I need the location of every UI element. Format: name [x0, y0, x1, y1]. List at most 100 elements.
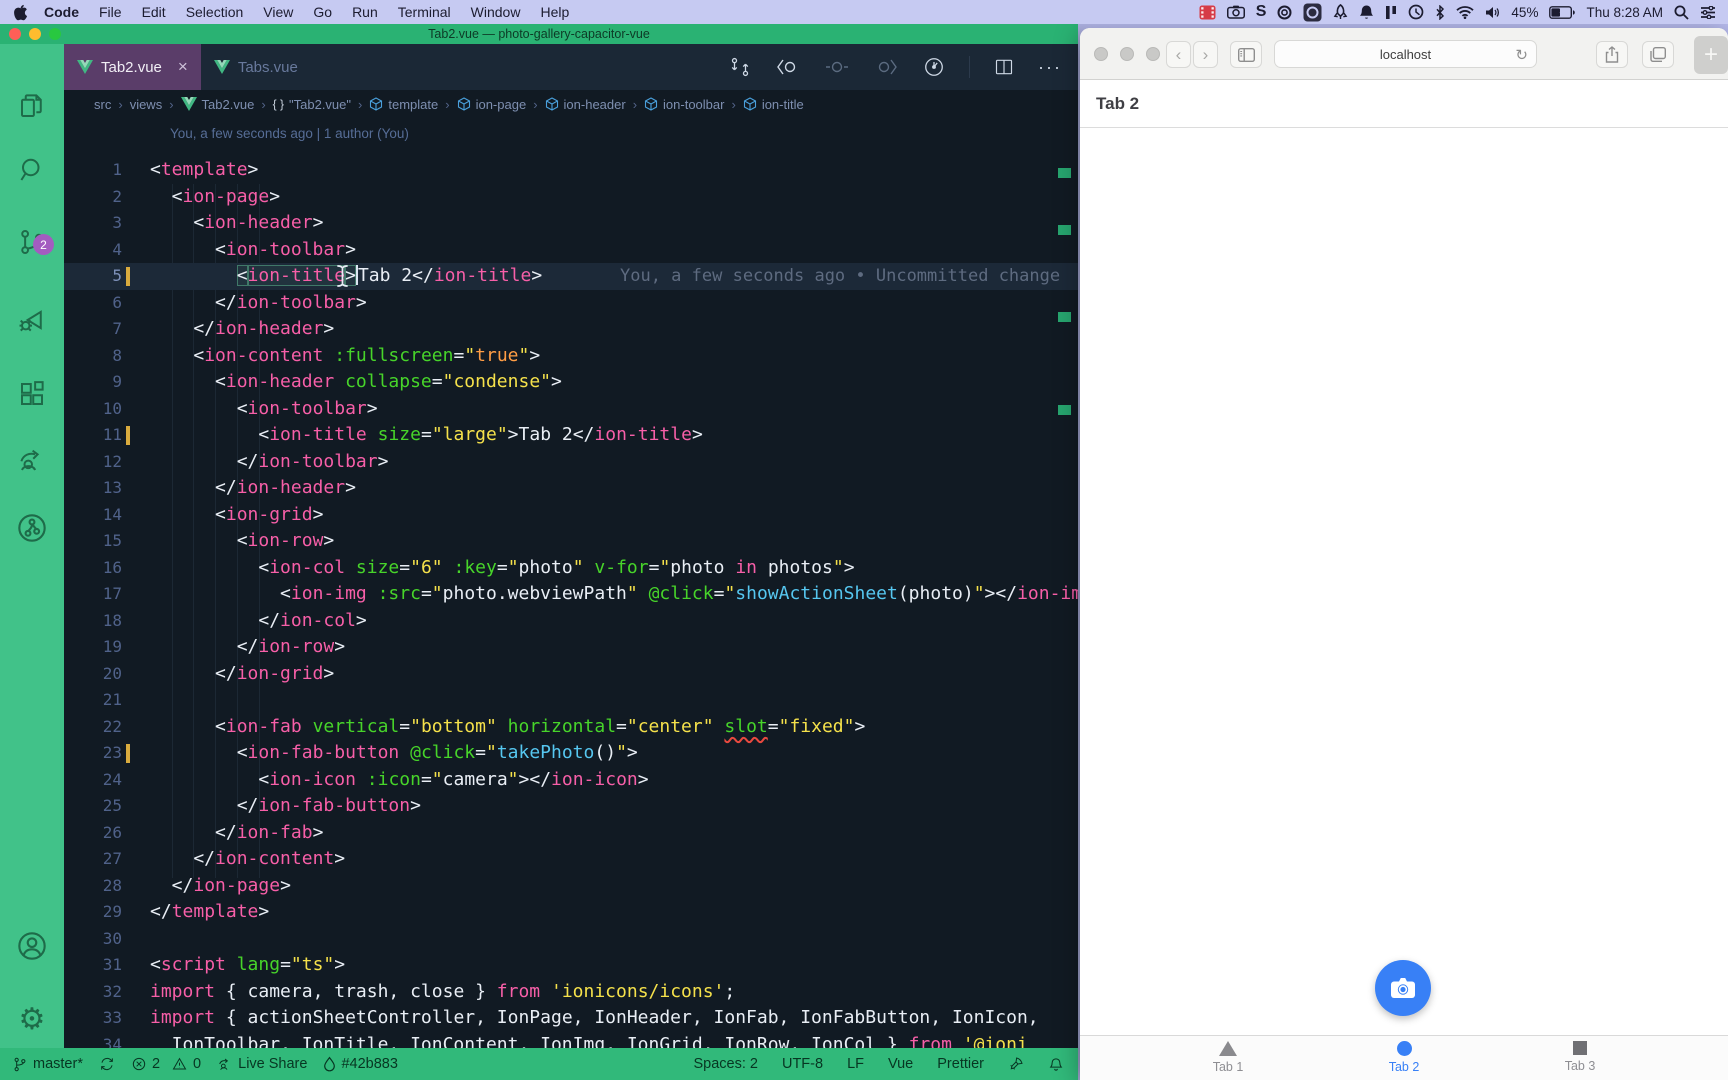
menubar-menu-run[interactable]: Run — [342, 4, 388, 20]
next-change-icon[interactable] — [873, 57, 899, 77]
breadcrumb-item-ion-title[interactable]: ion-title — [743, 97, 804, 112]
wifi-icon[interactable] — [1456, 6, 1474, 19]
breadcrumb-separator: › — [261, 97, 265, 112]
source-control-icon[interactable]: 2 — [0, 218, 64, 266]
extensions-icon[interactable] — [0, 370, 64, 418]
close-tab-icon[interactable]: × — [178, 57, 188, 77]
eol-status[interactable]: LF — [847, 1056, 864, 1072]
run-debug-icon[interactable] — [0, 296, 64, 344]
menubar-menu-edit[interactable]: Edit — [132, 4, 176, 20]
volume-icon[interactable] — [1485, 6, 1500, 19]
address-bar[interactable]: localhost ↻ — [1274, 40, 1537, 68]
zoom-window-button[interactable] — [49, 28, 61, 40]
notifications-bell-icon[interactable] — [1048, 1056, 1064, 1073]
encoding-status[interactable]: UTF-8 — [782, 1056, 823, 1072]
record-ring-icon[interactable] — [1277, 5, 1292, 20]
ion-tab-tab-2[interactable]: Tab 2 — [1316, 1036, 1492, 1080]
minimize-window-button[interactable] — [29, 28, 41, 40]
open-changes-icon[interactable] — [729, 56, 751, 78]
menubar-menu-window[interactable]: Window — [461, 4, 531, 20]
problems-indicator[interactable]: 2 0 — [131, 1056, 201, 1072]
breadcrumb-item-ion-page[interactable]: ion-page — [457, 97, 527, 112]
zoom-window-button[interactable] — [1146, 47, 1160, 61]
notification-bell-icon[interactable] — [1359, 4, 1374, 20]
code-text: <ion-fab vertical="bottom" horizontal="c… — [150, 714, 865, 741]
breadcrumb-separator: › — [169, 97, 173, 112]
menubar-menu-go[interactable]: Go — [303, 4, 342, 20]
menubar-menu-terminal[interactable]: Terminal — [388, 4, 461, 20]
close-window-button[interactable] — [9, 28, 21, 40]
battery-icon — [1549, 6, 1575, 19]
vscode-title-bar[interactable]: Tab2.vue — photo-gallery-capacitor-vue — [0, 24, 1078, 44]
previous-change-icon[interactable] — [775, 57, 801, 77]
breadcrumb-item-ion-toolbar[interactable]: ion-toolbar — [644, 97, 724, 112]
back-button[interactable]: ‹ — [1166, 41, 1191, 68]
camera-fab-button[interactable] — [1375, 960, 1431, 1016]
film-app-icon[interactable] — [1199, 5, 1216, 20]
formatter-status[interactable]: Prettier — [937, 1056, 984, 1072]
live-share-icon[interactable] — [0, 436, 64, 484]
menubar-clock: Thu 8:28 AM — [1586, 5, 1663, 20]
feedback-rocket-icon[interactable] — [1008, 1056, 1024, 1072]
overview-ruler-mark — [1058, 405, 1071, 415]
new-tab-plus-button[interactable]: + — [1694, 36, 1728, 74]
line-number: 8 — [64, 343, 122, 370]
overview-ruler-mark — [1058, 225, 1071, 235]
overview-ruler-mark — [1058, 168, 1071, 178]
menubar-menu-selection[interactable]: Selection — [176, 4, 254, 20]
apple-menu-icon[interactable] — [14, 4, 28, 21]
scm-changes-badge: 2 — [33, 234, 54, 255]
breadcrumb-item-template[interactable]: template — [369, 97, 438, 112]
editor-tab-tabs.vue[interactable]: Tabs.vue — [201, 44, 311, 90]
breadcrumb-item--tab2-vue-[interactable]: { }"Tab2.vue" — [273, 97, 351, 112]
forward-button[interactable]: › — [1193, 41, 1218, 68]
gitlens-file-blame[interactable]: You, a few seconds ago | 1 author (You) — [170, 126, 409, 141]
screen-capture-icon[interactable] — [1303, 3, 1322, 22]
menubar-menu-view[interactable]: View — [253, 4, 303, 20]
spotlight-search-icon[interactable] — [1674, 5, 1689, 20]
reload-icon[interactable]: ↻ — [1515, 46, 1528, 64]
tab-overview-icon[interactable] — [1642, 41, 1674, 68]
accounts-icon[interactable] — [0, 922, 64, 970]
rocket-icon[interactable] — [1333, 4, 1348, 20]
timeline-icon[interactable] — [923, 56, 945, 78]
code-editor[interactable]: You, a few seconds ago | 1 author (You) … — [64, 118, 1078, 1048]
search-icon[interactable] — [0, 146, 64, 194]
timeline-branch-icon[interactable] — [0, 504, 64, 552]
breadcrumb-item-tab2-vue[interactable]: Tab2.vue — [181, 97, 255, 112]
line-number: 11 — [64, 422, 122, 449]
line-number: 28 — [64, 873, 122, 900]
s-app-icon[interactable]: S — [1256, 3, 1267, 21]
close-window-button[interactable] — [1094, 47, 1108, 61]
breadcrumb-item-ion-header[interactable]: ion-header — [545, 97, 626, 112]
menubar-menu-help[interactable]: Help — [530, 4, 579, 20]
code-line: 21 — [64, 687, 1078, 714]
camera-app-icon[interactable] — [1227, 5, 1245, 19]
menubar-menu-code[interactable]: Code — [34, 4, 89, 20]
control-center-icon[interactable] — [1700, 6, 1716, 19]
indentation-status[interactable]: Spaces: 2 — [693, 1056, 758, 1072]
language-mode-status[interactable]: Vue — [888, 1056, 913, 1072]
breadcrumb-item-views[interactable]: views — [130, 97, 163, 112]
sidebar-toggle-icon[interactable] — [1230, 41, 1262, 68]
settings-gear-icon[interactable]: ⚙ — [0, 996, 64, 1044]
current-change-icon[interactable] — [825, 57, 849, 77]
ion-tab-tab-1[interactable]: Tab 1 — [1140, 1036, 1316, 1080]
editor-tab-tab2.vue[interactable]: Tab2.vue× — [64, 44, 201, 90]
menubar-menu-file[interactable]: File — [89, 4, 132, 20]
git-branch-indicator[interactable]: master* — [12, 1056, 83, 1073]
more-actions-icon[interactable]: ··· — [1038, 57, 1062, 78]
breadcrumb-item-src[interactable]: src — [94, 97, 111, 112]
pause-bars-icon[interactable] — [1385, 5, 1397, 20]
ion-tab-tab-3[interactable]: Tab 3 — [1492, 1036, 1668, 1080]
clock-app-icon[interactable] — [1408, 4, 1424, 20]
live-share-status[interactable]: Live Share — [217, 1056, 307, 1072]
bluetooth-icon[interactable] — [1435, 5, 1445, 20]
explorer-icon[interactable] — [0, 82, 64, 130]
sync-changes-button[interactable] — [99, 1056, 115, 1072]
color-chip-status[interactable]: #42b883 — [323, 1056, 397, 1072]
share-icon[interactable] — [1596, 41, 1628, 68]
minimize-window-button[interactable] — [1120, 47, 1134, 61]
split-editor-icon[interactable] — [994, 57, 1014, 77]
code-line: 7 </ion-header> — [64, 316, 1078, 343]
